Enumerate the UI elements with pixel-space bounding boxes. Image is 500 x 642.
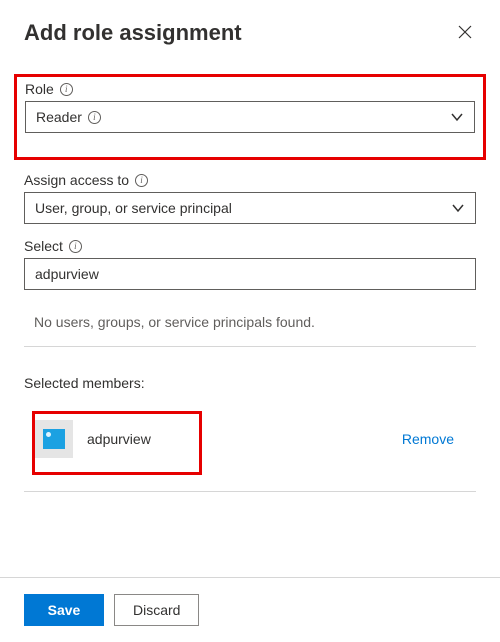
panel-title: Add role assignment bbox=[24, 20, 242, 46]
footer: Save Discard bbox=[0, 577, 500, 642]
assign-access-dropdown[interactable]: User, group, or service principal bbox=[24, 192, 476, 224]
role-highlight: Role i Reader i bbox=[14, 74, 486, 160]
no-results-text: No users, groups, or service principals … bbox=[24, 308, 476, 347]
select-input[interactable] bbox=[24, 258, 476, 290]
info-icon[interactable]: i bbox=[60, 83, 73, 96]
role-label-row: Role i bbox=[25, 81, 475, 97]
save-button[interactable]: Save bbox=[24, 594, 104, 626]
assign-access-label: Assign access to bbox=[24, 172, 129, 188]
member-highlight: adpurview bbox=[32, 411, 202, 475]
role-label: Role bbox=[25, 81, 54, 97]
role-field: Role i Reader i bbox=[25, 81, 475, 133]
selected-members-label: Selected members: bbox=[24, 375, 476, 391]
close-button[interactable] bbox=[454, 20, 476, 46]
chevron-down-icon bbox=[450, 110, 464, 124]
discard-button[interactable]: Discard bbox=[114, 594, 199, 626]
assign-access-field: Assign access to i User, group, or servi… bbox=[24, 172, 476, 224]
select-label: Select bbox=[24, 238, 63, 254]
member-avatar bbox=[35, 420, 73, 458]
selected-member-row: adpurview Remove bbox=[24, 397, 476, 492]
assign-access-value: User, group, or service principal bbox=[35, 200, 232, 216]
chevron-down-icon bbox=[451, 201, 465, 215]
select-field: Select i bbox=[24, 238, 476, 290]
panel-header: Add role assignment bbox=[24, 20, 476, 46]
role-dropdown[interactable]: Reader i bbox=[25, 101, 475, 133]
search-results: No users, groups, or service principals … bbox=[24, 308, 476, 347]
info-icon[interactable]: i bbox=[88, 111, 101, 124]
role-value: Reader bbox=[36, 109, 82, 125]
remove-member-link[interactable]: Remove bbox=[402, 431, 454, 447]
info-icon[interactable]: i bbox=[135, 174, 148, 187]
app-icon bbox=[43, 429, 65, 449]
info-icon[interactable]: i bbox=[69, 240, 82, 253]
member-name: adpurview bbox=[87, 431, 151, 447]
